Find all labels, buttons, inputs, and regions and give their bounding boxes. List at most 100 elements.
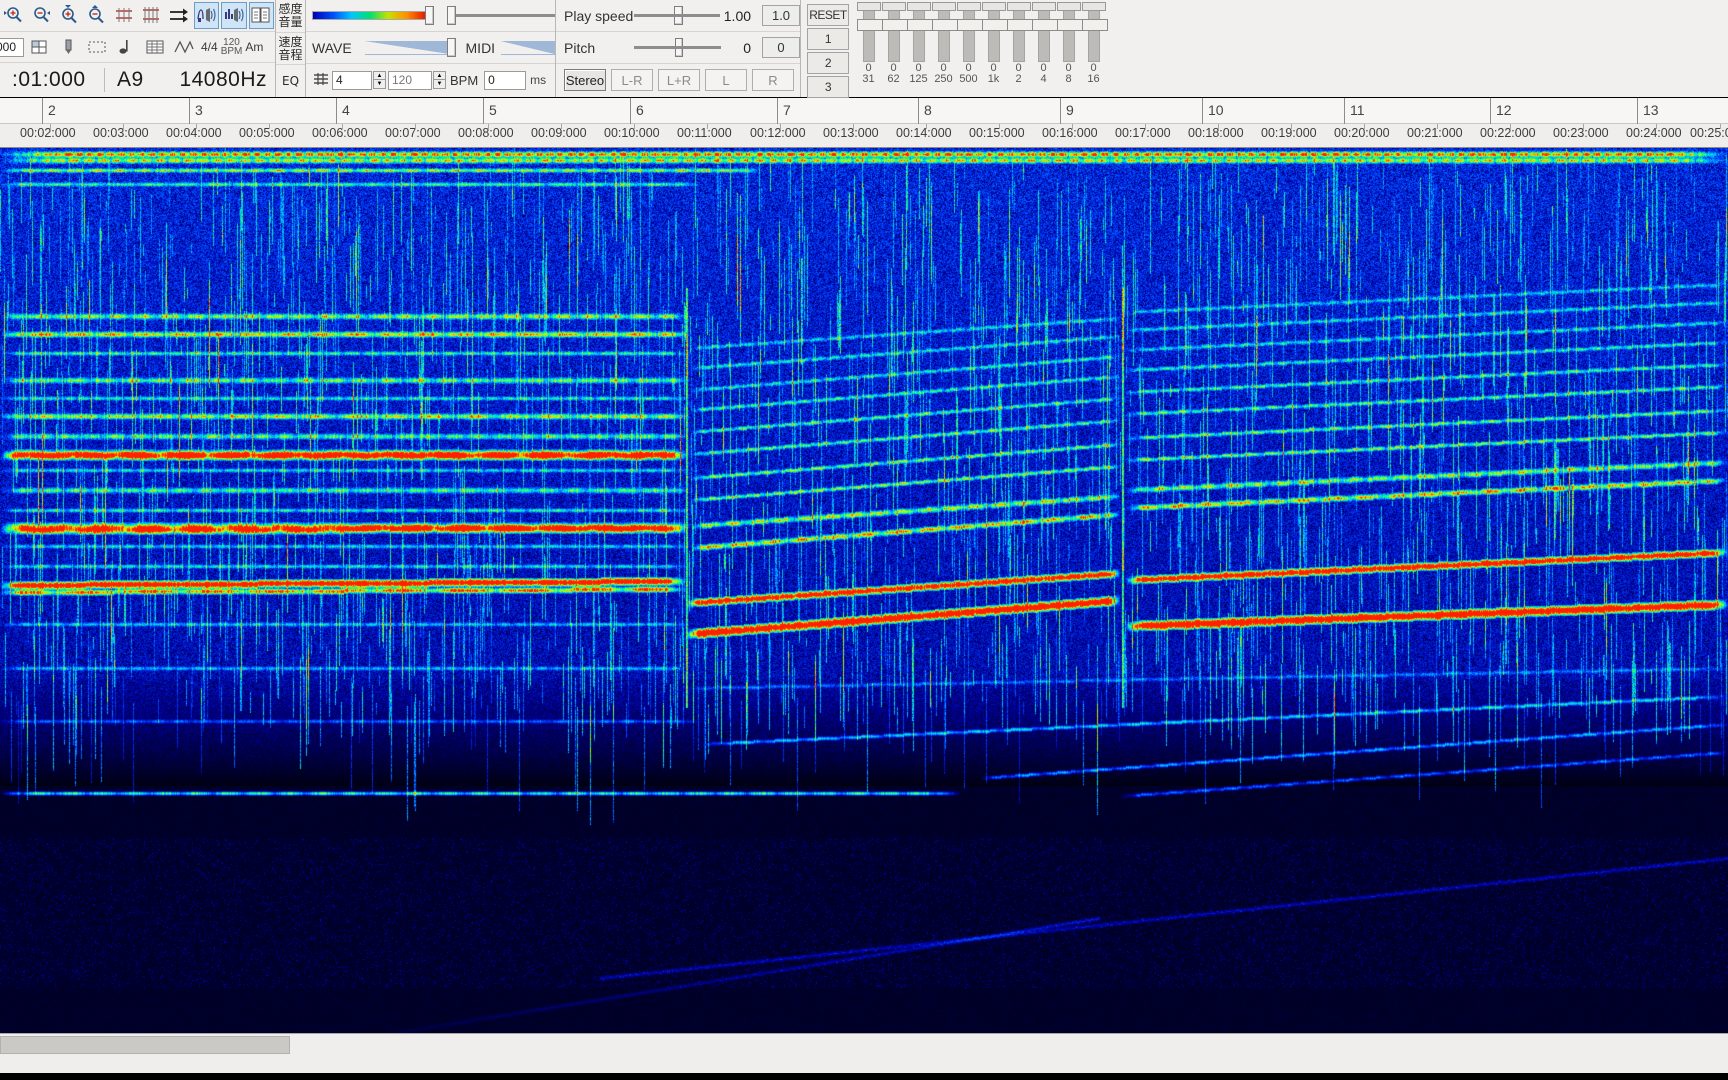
- select-region-icon[interactable]: [83, 34, 110, 61]
- equalizer-slider-4[interactable]: [1031, 2, 1058, 62]
- left-toolbar-group: 000: [0, 0, 276, 97]
- time-tick: [123, 124, 124, 129]
- equalizer-handle-4[interactable]: [1031, 19, 1058, 31]
- equalizer-preset-1-button[interactable]: 1: [807, 28, 849, 50]
- equalizer-freq-500: 500: [959, 73, 978, 85]
- wave-knob[interactable]: [446, 38, 456, 57]
- scale-expand-icon[interactable]: [139, 2, 165, 29]
- play-speed-reset-button[interactable]: 1.0: [762, 5, 801, 26]
- waveform-view-icon[interactable]: [193, 1, 219, 29]
- spectrogram-view[interactable]: [0, 148, 1728, 1033]
- beats-spinner[interactable]: ▲ ▼: [373, 71, 386, 89]
- midi-ramp[interactable]: [500, 40, 555, 55]
- ms-label: ms: [530, 73, 547, 87]
- zoom-out-vertical-icon[interactable]: [84, 2, 110, 29]
- spectrum-view-icon[interactable]: [221, 1, 247, 29]
- equalizer-slider-62[interactable]: [881, 2, 908, 62]
- measure-marker-8[interactable]: 8: [918, 98, 932, 124]
- zoom-in-vertical-icon[interactable]: [56, 2, 82, 29]
- channel-stereo-button[interactable]: Stereo: [564, 69, 606, 91]
- time-label: 00:12:000: [750, 126, 806, 140]
- measure-marker-7[interactable]: 7: [777, 98, 791, 124]
- measure-marker-9[interactable]: 9: [1060, 98, 1074, 124]
- volume-track[interactable]: [456, 14, 555, 17]
- equalizer-preset-2-button[interactable]: 2: [807, 52, 849, 74]
- equalizer-slider-8[interactable]: [1056, 2, 1083, 62]
- eq-tab[interactable]: EQ: [276, 65, 305, 97]
- channel-l-minus-r-button[interactable]: L-R: [611, 69, 653, 91]
- equalizer-slider-31[interactable]: [856, 2, 883, 62]
- tempo-spinner-up[interactable]: ▲: [433, 71, 446, 80]
- equalizer-handle-125[interactable]: [906, 19, 933, 31]
- equalizer-handle-31[interactable]: [856, 19, 883, 31]
- sensitivity-volume-tab[interactable]: 感度 音量: [276, 0, 305, 33]
- scale-compress-icon[interactable]: [111, 2, 137, 29]
- play-speed-track[interactable]: [633, 14, 721, 17]
- tempo-input[interactable]: 120: [388, 70, 432, 90]
- tempo-spinner-down[interactable]: ▼: [433, 80, 446, 89]
- position-field[interactable]: 000: [0, 37, 24, 57]
- equalizer-handle-1k[interactable]: [981, 19, 1008, 31]
- application-window: 000: [0, 0, 1728, 1080]
- equalizer-handle-250[interactable]: [931, 19, 958, 31]
- spectrogram-canvas[interactable]: [0, 148, 1728, 1033]
- equalizer-handle-500[interactable]: [956, 19, 983, 31]
- timeline-ruler[interactable]: 2 3 4 5 6 7 8 9 10 11 12 13 00:02:000 00:03:000 00:04…: [0, 98, 1728, 148]
- play-speed-label: Play speed: [564, 7, 634, 24]
- sensitivity-knob[interactable]: [425, 6, 434, 25]
- beats-input[interactable]: 4: [332, 70, 372, 90]
- measure-marker-3[interactable]: 3: [189, 98, 203, 124]
- scrollbar-thumb[interactable]: [0, 1036, 290, 1054]
- time-ruler[interactable]: 00:02:000 00:03:000 00:04:000 00:05:000 00:0…: [0, 124, 1728, 147]
- measure-marker-2[interactable]: 2: [42, 98, 56, 124]
- measure-marker-13[interactable]: 13: [1637, 98, 1659, 124]
- zoom-out-horizontal-icon[interactable]: [29, 2, 55, 29]
- note-icon[interactable]: [112, 34, 139, 61]
- equalizer-slider-16[interactable]: [1081, 2, 1108, 62]
- volume-knob[interactable]: [447, 6, 456, 25]
- channel-right-button[interactable]: R: [752, 69, 794, 91]
- beats-spinner-up[interactable]: ▲: [373, 71, 386, 80]
- equalizer-slider-500[interactable]: [956, 2, 983, 62]
- equalizer-handle-62[interactable]: [881, 19, 908, 31]
- beats-spinner-down[interactable]: ▼: [373, 80, 386, 89]
- measure-marker-6[interactable]: 6: [630, 98, 644, 124]
- equalizer-slider-250[interactable]: [931, 2, 958, 62]
- time-tick: [1583, 124, 1584, 129]
- measure-marker-10[interactable]: 10: [1202, 98, 1224, 124]
- equalizer-reset-button[interactable]: RESET: [807, 4, 849, 26]
- tempo-spinner[interactable]: ▲ ▼: [433, 71, 446, 89]
- channel-left-button[interactable]: L: [705, 69, 747, 91]
- equalizer-handle-2[interactable]: [1006, 19, 1033, 31]
- equalizer-slider-2[interactable]: [1006, 2, 1033, 62]
- measure-marker-5[interactable]: 5: [483, 98, 497, 124]
- pencil-icon[interactable]: [54, 34, 81, 61]
- equalizer-preset-3-button[interactable]: 3: [807, 76, 849, 98]
- scroll-follow-icon[interactable]: [166, 2, 192, 29]
- key-button[interactable]: Am: [242, 34, 266, 60]
- equalizer-slider-125[interactable]: [906, 2, 933, 62]
- zoom-in-horizontal-icon[interactable]: [1, 2, 27, 29]
- equalizer-slider-1k[interactable]: [981, 2, 1008, 62]
- tempo-button[interactable]: 120 BPM: [221, 38, 243, 57]
- measure-marker-4[interactable]: 4: [336, 98, 350, 124]
- measure-ruler[interactable]: 2 3 4 5 6 7 8 9 10 11 12 13: [0, 98, 1728, 124]
- layout-icon[interactable]: [25, 34, 52, 61]
- color-gradient-slider[interactable]: [312, 11, 428, 20]
- pitch-reset-button[interactable]: 0: [762, 37, 800, 58]
- pitch-track[interactable]: [633, 46, 721, 49]
- wave-icon[interactable]: [170, 34, 197, 61]
- horizontal-scrollbar[interactable]: [0, 1033, 1728, 1057]
- equalizer-handle-16[interactable]: [1081, 19, 1108, 31]
- status-line: :01:000 A9 14080Hz: [0, 63, 275, 97]
- speed-pitch-tab[interactable]: 速度 音程: [276, 33, 305, 66]
- wave-ramp[interactable]: [365, 40, 450, 55]
- measure-marker-12[interactable]: 12: [1490, 98, 1512, 124]
- channel-l-plus-r-button[interactable]: L+R: [658, 69, 700, 91]
- score-view-icon[interactable]: [248, 1, 274, 29]
- measure-marker-11[interactable]: 11: [1344, 98, 1365, 124]
- offset-input[interactable]: 0: [484, 70, 527, 90]
- grid-icon[interactable]: [141, 34, 168, 61]
- equalizer-handle-8[interactable]: [1056, 19, 1083, 31]
- time-signature-button[interactable]: 4/4: [198, 34, 221, 60]
